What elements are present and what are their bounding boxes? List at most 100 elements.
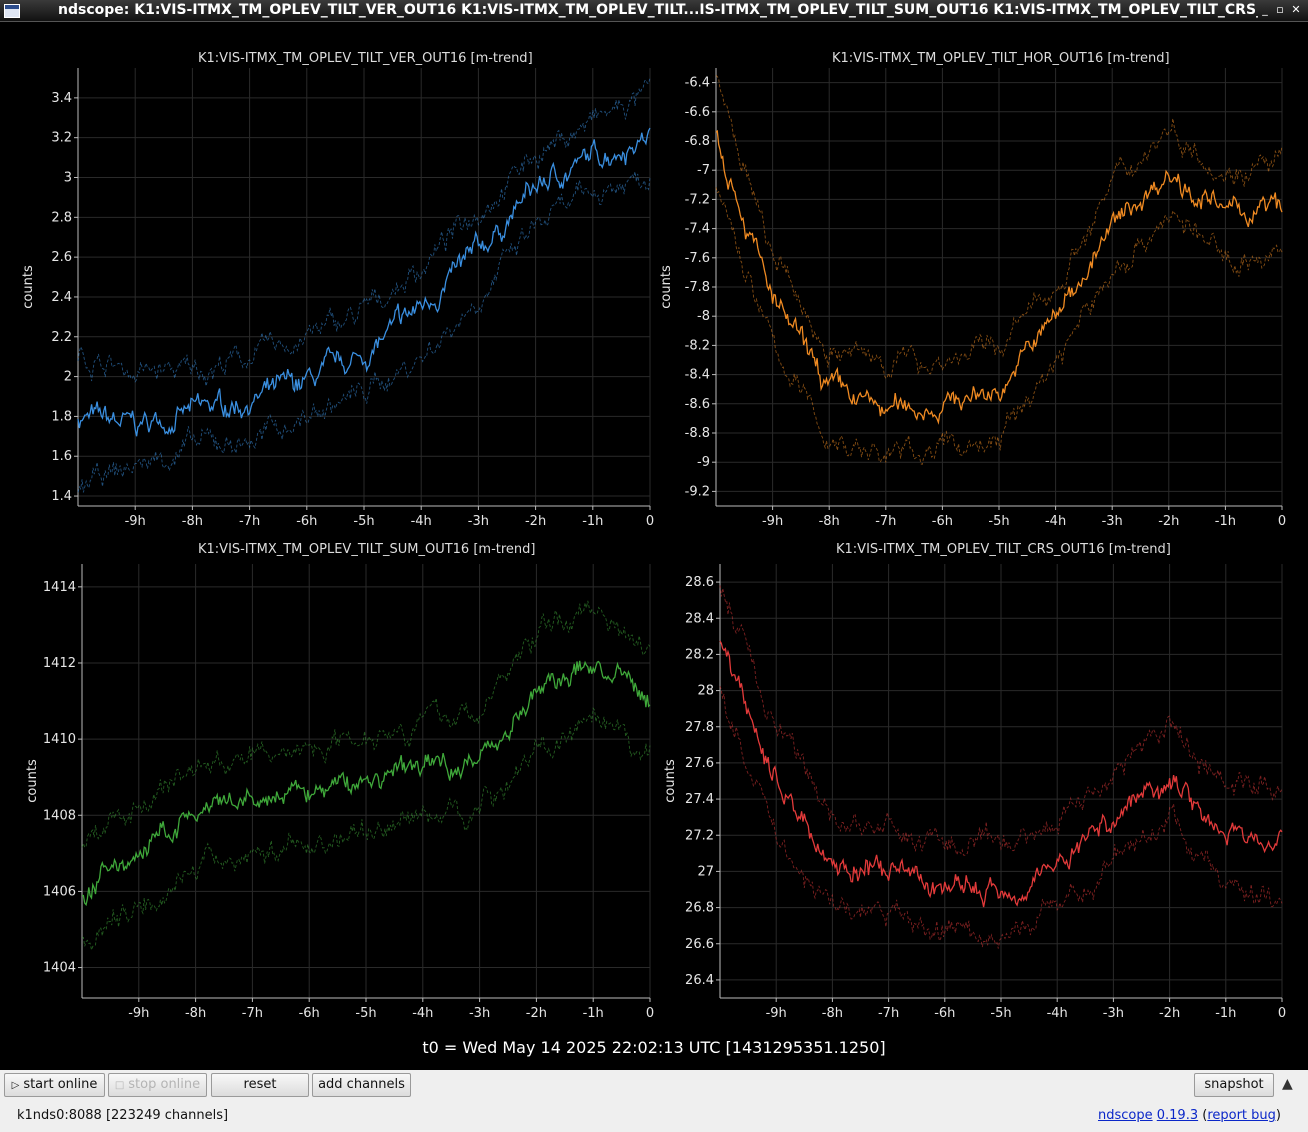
y-tick-label: 28.6: [685, 575, 714, 590]
y-tick-label: 1406: [43, 884, 76, 899]
plot-0[interactable]: 3.4 3.2 3 2.8 2.6 2.4 2.2 2 1.8 1.6 1.4 -9h -8h -7h -6…: [21, 68, 654, 529]
y-tick-label: -9: [697, 455, 710, 470]
x-tick-label: -9h: [762, 514, 783, 529]
y-tick-label: 26.8: [685, 901, 714, 916]
plot-3[interactable]: 28.6 28.4 28.2 28 27.8 27.6 27.4 27.2 27 26.8 26.6…: [663, 564, 1286, 1021]
plots-canvas[interactable]: 3.4 3.2 3 2.8 2.6 2.4 2.2 2 1.8 1.6 1.4 -9h -8h -7h -6…: [4, 22, 1304, 1022]
y-tick-label: 28.4: [685, 611, 714, 626]
x-tick-label: -5h: [355, 1006, 376, 1021]
y-tick-label: -7.4: [685, 222, 710, 237]
ndscope-link[interactable]: ndscope: [1098, 1108, 1153, 1123]
y-axis-label: counts: [25, 759, 40, 803]
x-tick-label: -8h: [819, 514, 840, 529]
x-tick-label: -9h: [766, 1006, 787, 1021]
t0-label: t0 = Wed May 14 2025 22:02:13 UTC [14312…: [422, 1038, 886, 1057]
x-tick-label: -7h: [242, 1006, 263, 1021]
reset-button[interactable]: reset: [211, 1073, 309, 1097]
add-channels-button[interactable]: add channels: [312, 1073, 411, 1097]
collapse-arrow-icon[interactable]: ▲: [1282, 1076, 1293, 1092]
x-tick-label: -7h: [239, 514, 260, 529]
toolbar: ▷ start online □ stop online reset add cha…: [0, 1070, 1308, 1132]
y-tick-label: 27: [697, 864, 714, 879]
start-online-button[interactable]: ▷ start online: [4, 1073, 105, 1097]
x-tick-label: 0: [1278, 514, 1286, 529]
y-tick-label: 1414: [43, 580, 76, 595]
y-tick-label: 1.8: [51, 409, 72, 424]
x-tick-label: -6h: [932, 514, 953, 529]
y-tick-label: 1.4: [51, 489, 72, 504]
y-tick-label: 2.4: [51, 290, 72, 305]
y-tick-label: -7.2: [685, 192, 710, 207]
y-tick-label: 2.2: [51, 330, 72, 345]
x-tick-label: -9h: [128, 1006, 149, 1021]
plot-area: K1:VIS-ITMX_TM_OPLEV_TILT_VER_OUT16 [m-t…: [4, 22, 1304, 1070]
play-icon: ▷: [11, 1080, 20, 1091]
y-tick-label: 2: [64, 370, 72, 385]
x-tick-label: -2h: [1158, 514, 1179, 529]
x-tick-label: -1h: [1215, 1006, 1236, 1021]
y-tick-label: 3.4: [51, 91, 72, 106]
version-link[interactable]: 0.19.3: [1157, 1108, 1198, 1123]
window-title: ndscope: K1:VIS-ITMX_TM_OPLEV_TILT_VER_O…: [58, 2, 1258, 18]
y-tick-label: -9.2: [685, 484, 710, 499]
x-tick-label: 0: [1278, 1006, 1286, 1021]
x-tick-label: -6h: [299, 1006, 320, 1021]
status-right: ndscope 0.19.3 (report bug): [1097, 1108, 1281, 1123]
y-tick-label: 3: [64, 171, 72, 186]
x-tick-label: -8h: [182, 514, 203, 529]
y-tick-label: 1408: [43, 808, 76, 823]
y-tick-label: 28.2: [685, 647, 714, 662]
y-tick-label: -8.8: [685, 426, 710, 441]
channel-count: [223249 channels]: [105, 1108, 229, 1123]
x-tick-label: -8h: [185, 1006, 206, 1021]
y-tick-label: -8.6: [685, 397, 710, 412]
y-tick-label: -8.4: [685, 368, 710, 383]
x-tick-label: -4h: [411, 514, 432, 529]
y-axis-label: counts: [21, 265, 36, 309]
y-tick-label: 1.6: [51, 449, 72, 464]
y-tick-label: 3.2: [51, 131, 72, 146]
snapshot-button[interactable]: snapshot: [1194, 1073, 1274, 1097]
y-tick-label: 1412: [43, 656, 76, 671]
start-online-label: start online: [23, 1077, 98, 1092]
x-tick-label: -3h: [1102, 514, 1123, 529]
y-axis-label: counts: [663, 759, 678, 803]
x-tick-label: -6h: [934, 1006, 955, 1021]
y-tick-label: 2.6: [51, 250, 72, 265]
plot-1[interactable]: -6.4 -6.6 -6.8 -7 -7.2 -7.4 -7.6 -7.8 -8 -8.2 -8.4…: [659, 68, 1286, 529]
report-bug-link[interactable]: report bug: [1207, 1108, 1276, 1123]
x-tick-label: -3h: [468, 514, 489, 529]
app-icon: [4, 4, 20, 18]
y-tick-label: 28: [697, 684, 714, 699]
x-tick-label: -3h: [1103, 1006, 1124, 1021]
y-tick-label: -8: [697, 309, 710, 324]
plot-2[interactable]: 1414 1412 1410 1408 1406 1404 -9h -8h -7h -6h -5h -…: [25, 564, 654, 1021]
x-tick-label: -8h: [822, 1006, 843, 1021]
x-tick-label: -2h: [526, 1006, 547, 1021]
y-tick-label: -7.8: [685, 280, 710, 295]
stop-online-button[interactable]: □ stop online: [108, 1073, 207, 1097]
x-tick-label: -1h: [1215, 514, 1236, 529]
minimize-button[interactable]: _: [1258, 3, 1272, 17]
maximize-button[interactable]: ▫: [1273, 3, 1287, 17]
y-tick-label: 1404: [43, 961, 76, 976]
x-tick-label: -7h: [878, 1006, 899, 1021]
y-tick-label: 27.2: [685, 828, 714, 843]
x-tick-label: -5h: [990, 1006, 1011, 1021]
y-tick-label: 27.6: [685, 756, 714, 771]
x-tick-label: -3h: [469, 1006, 490, 1021]
stop-icon: □: [114, 1080, 125, 1091]
x-tick-label: -6h: [296, 514, 317, 529]
y-tick-label: 27.4: [685, 792, 714, 807]
y-tick-label: -7.6: [685, 251, 710, 266]
y-tick-label: 2.8: [51, 210, 72, 225]
x-tick-label: -2h: [525, 514, 546, 529]
x-tick-label: -4h: [1045, 514, 1066, 529]
x-tick-label: -4h: [1047, 1006, 1068, 1021]
y-tick-label: 26.6: [685, 937, 714, 952]
y-tick-label: -7: [697, 163, 710, 178]
y-tick-label: -6.4: [685, 76, 710, 91]
x-tick-label: -7h: [875, 514, 896, 529]
close-button[interactable]: ✕: [1289, 3, 1303, 17]
x-tick-label: 0: [646, 1006, 654, 1021]
